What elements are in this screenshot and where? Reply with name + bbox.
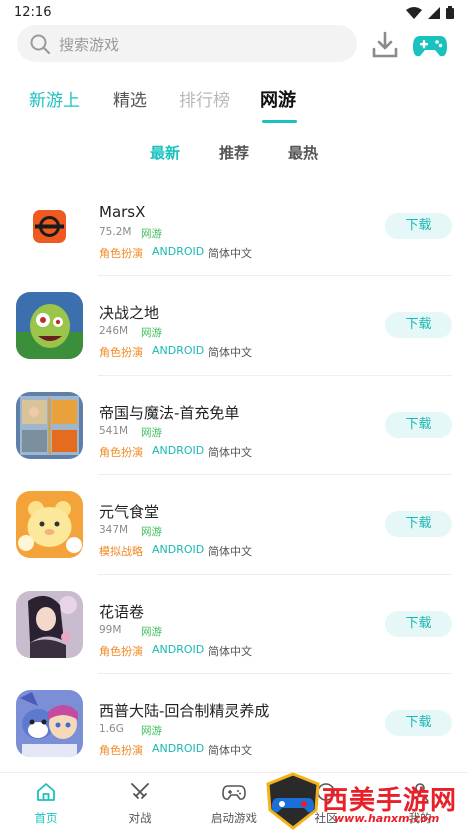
wifi-icon — [406, 6, 422, 19]
game-genre: 模拟战略 — [99, 545, 143, 559]
anime-girl-icon — [16, 590, 83, 658]
download-manager-icon[interactable] — [370, 30, 400, 60]
game-genre: 角色扮演 — [99, 346, 143, 360]
game-platform: ANDROID — [152, 642, 205, 656]
tab-online-games[interactable]: 网游 — [260, 86, 296, 112]
game-name: 花语卷 — [99, 602, 145, 621]
game-platform: ANDROID — [152, 741, 205, 755]
battery-icon — [446, 6, 454, 19]
game-list: MarsX 75.2M 网游 角色扮演 ANDROID 简体中文 下载 决战之地… — [0, 176, 468, 772]
game-language: 简体中文 — [208, 247, 252, 260]
subtab-latest[interactable]: 最新 — [150, 142, 180, 163]
game-language: 简体中文 — [208, 644, 252, 658]
search-icon — [30, 34, 51, 55]
subtab-hottest[interactable]: 最热 — [288, 142, 318, 163]
game-size: 541M — [99, 424, 129, 437]
online-tag: 网游 — [141, 724, 162, 737]
active-tab-indicator — [262, 120, 297, 123]
nav-battle[interactable]: 对战 — [110, 781, 170, 826]
nav-battle-label: 对战 — [128, 811, 152, 825]
crossed-swords-icon — [131, 783, 149, 799]
game-language: 简体中文 — [208, 545, 252, 559]
list-item[interactable]: 西普大陆-回合制精灵养成 1.6G 网游 角色扮演 ANDROID 简体中文 下… — [0, 672, 468, 772]
game-language: 简体中文 — [208, 346, 252, 360]
game-language: 简体中文 — [208, 445, 252, 459]
game-size: 75.2M — [99, 226, 132, 238]
game-platform: ANDROID — [152, 443, 205, 457]
game-platform: ANDROID — [152, 543, 205, 557]
sub-tabs: 最新 推荐 最热 — [0, 140, 468, 168]
download-button[interactable]: 下载 — [385, 411, 452, 438]
divider — [98, 374, 452, 376]
controller-icon — [222, 785, 246, 800]
download-button[interactable]: 下载 — [385, 213, 452, 239]
game-genre: 角色扮演 — [99, 247, 143, 260]
tab-featured[interactable]: 精选 — [113, 86, 147, 111]
download-button[interactable]: 下载 — [385, 709, 452, 736]
list-item[interactable]: 决战之地 246M 网游 角色扮演 ANDROID 简体中文 下载 — [0, 275, 468, 374]
search-placeholder: 搜索游戏 — [59, 36, 120, 54]
game-size: 99M — [99, 623, 122, 636]
watermark: 西美手游网 www.hanxm.com — [262, 772, 468, 832]
divider — [98, 474, 452, 476]
status-bar: 12:16 — [0, 0, 468, 26]
game-genre: 角色扮演 — [99, 445, 143, 459]
game-language: 简体中文 — [208, 743, 252, 757]
signal-icon — [428, 6, 440, 19]
top-tabs: 新游上 精选 排行榜 网游 — [0, 82, 468, 126]
divider — [98, 573, 452, 575]
status-icons — [406, 6, 454, 19]
game-name: 西普大陆-回合制精灵养成 — [99, 701, 270, 720]
divider — [98, 672, 452, 674]
game-genre: 角色扮演 — [99, 743, 143, 757]
online-tag: 网游 — [141, 526, 162, 539]
game-platform: ANDROID — [152, 245, 205, 258]
marsx-logo-icon — [16, 193, 83, 260]
game-size: 246M — [99, 325, 129, 338]
divider — [98, 275, 452, 277]
search-input[interactable]: 搜索游戏 — [17, 25, 357, 62]
game-size: 1.6G — [99, 722, 124, 735]
nav-launch-label: 启动游戏 — [211, 811, 257, 825]
nav-home-label: 首页 — [34, 811, 58, 825]
nav-launch-game[interactable]: 启动游戏 — [204, 781, 264, 826]
list-item[interactable]: MarsX 75.2M 网游 角色扮演 ANDROID 简体中文 下载 — [0, 176, 468, 275]
nav-home[interactable]: 首页 — [16, 781, 76, 826]
tab-ranking[interactable]: 排行榜 — [179, 86, 230, 111]
game-size: 347M — [99, 524, 129, 537]
status-time: 12:16 — [14, 5, 52, 20]
online-tag: 网游 — [141, 228, 162, 240]
list-item[interactable]: 帝国与魔法-首充免单 541M 网游 角色扮演 ANDROID 简体中文 下载 — [0, 374, 468, 474]
watermark-url: www.hanxm.com — [334, 812, 440, 825]
subtab-recommended[interactable]: 推荐 — [219, 142, 249, 163]
download-button[interactable]: 下载 — [385, 312, 452, 339]
download-button[interactable]: 下载 — [385, 610, 452, 637]
fox-characters-icon — [16, 689, 83, 757]
game-name: 帝国与魔法-首充免单 — [99, 403, 240, 422]
zombie-icon — [16, 292, 83, 360]
home-icon — [37, 783, 55, 801]
list-item[interactable]: 元气食堂 347M 网游 模拟战略 ANDROID 简体中文 下载 — [0, 474, 468, 573]
online-tag: 网游 — [141, 625, 162, 638]
list-item[interactable]: 花语卷 99M 网游 角色扮演 ANDROID 简体中文 下载 — [0, 573, 468, 673]
game-name: 元气食堂 — [99, 503, 160, 522]
download-button[interactable]: 下载 — [385, 511, 452, 538]
bear-icon — [16, 491, 83, 559]
online-tag: 网游 — [141, 327, 162, 340]
tab-new-games[interactable]: 新游上 — [29, 86, 80, 111]
game-genre: 角色扮演 — [99, 644, 143, 658]
online-tag: 网游 — [141, 426, 162, 439]
game-platform: ANDROID — [152, 344, 205, 358]
game-name: 决战之地 — [99, 304, 160, 323]
puzzle-icon — [16, 391, 83, 459]
gamepad-icon[interactable] — [412, 30, 448, 60]
game-name: MarsX — [99, 203, 146, 221]
watermark-logo-icon — [266, 772, 320, 830]
